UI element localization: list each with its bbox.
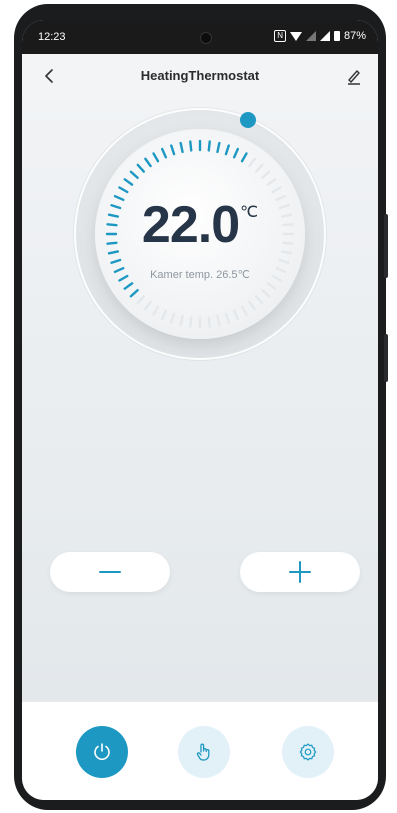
dial-handle [240,112,256,128]
settings-button[interactable] [282,726,334,778]
app-header: HeatingThermostat [22,54,378,98]
app-screen: 12:23 N 87% HeatingThermostat 22.0℃ Kame… [22,20,378,800]
page-title: HeatingThermostat [140,68,260,83]
wifi-icon [289,31,302,41]
manual-mode-button[interactable] [178,726,230,778]
status-bar: 12:23 N 87% [22,20,378,54]
nfc-icon: N [274,30,286,42]
dial-tick [207,316,211,328]
bottom-toolbar [22,702,378,800]
gear-icon [299,743,317,761]
volume-button [384,214,388,278]
temperature-unit: ℃ [240,204,259,221]
camera-cutout [200,32,212,44]
battery-level: 87% [343,30,366,42]
dial-tick [207,140,211,152]
room-temperature: Kamer temp. 26.5℃ [150,269,250,281]
hand-pointer-icon [196,743,210,761]
dial-tick [189,140,193,152]
temperature-value: 22.0 [141,196,240,254]
battery-icon [333,31,340,41]
power-side-button [384,334,388,382]
status-time: 12:23 [38,31,66,43]
set-temperature: 22.0℃ [100,198,300,252]
plus-icon [289,561,311,583]
power-button[interactable] [76,726,128,778]
decrease-button[interactable] [50,552,170,592]
signal-icon-2 [319,31,330,41]
pencil-icon[interactable] [344,66,364,86]
dial-tick [189,316,193,328]
power-icon [94,743,110,760]
signal-icon [305,31,316,41]
minus-icon [99,571,121,573]
increase-button[interactable] [240,552,360,592]
status-icons: N 87% [274,30,366,42]
